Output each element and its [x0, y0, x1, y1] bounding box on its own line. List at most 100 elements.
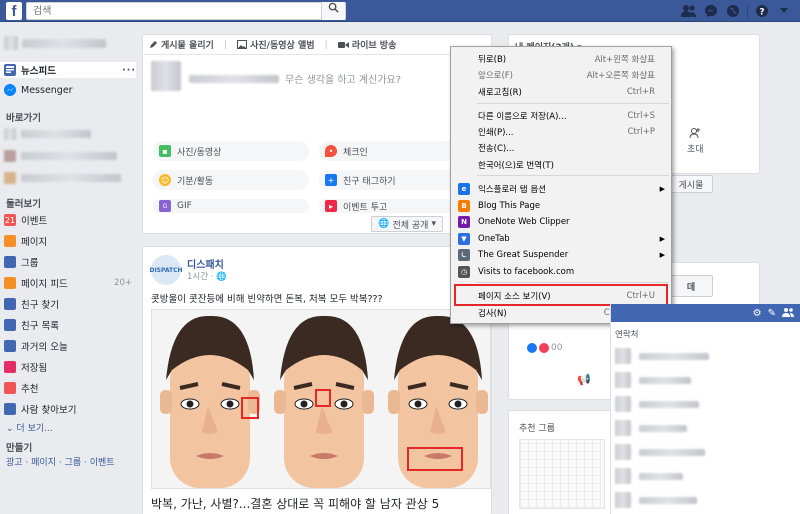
see-more-link[interactable]: ⌄ 더 보기...	[6, 421, 53, 434]
sidebar-item-explore[interactable]: 친구 목록	[4, 317, 132, 333]
contact-item[interactable]	[615, 372, 691, 388]
location-pin-icon: •	[325, 145, 337, 157]
context-menu-item[interactable]: 전송(C)...	[451, 140, 671, 156]
composer-tabs: 게시물 올리기 | 사진/동영상 앨범 | 라이브 방송	[143, 35, 491, 55]
contacts-title: 연락처	[615, 330, 639, 340]
sidebar-item-explore[interactable]: 저장됨	[4, 359, 132, 375]
shortcut-item[interactable]	[4, 126, 132, 142]
explore-item-icon	[4, 298, 16, 310]
post-timestamp[interactable]: 1시간 · 🌐	[187, 270, 227, 282]
context-menu-item[interactable]: 다른 이름으로 저장(A)... Ctrl+S	[451, 108, 671, 124]
ad-button[interactable]: 데	[669, 275, 713, 297]
notifications-globe-icon[interactable]	[725, 3, 741, 19]
compose-icon[interactable]: ✎	[768, 308, 776, 319]
gif-button[interactable]: G GIF	[153, 199, 309, 213]
context-menu-item[interactable]: B Blog This Page	[451, 198, 671, 214]
context-menu-item[interactable]: ▼ OneTab ▶	[451, 231, 671, 247]
sidebar-item-label: 사람 찾아보기	[21, 405, 77, 416]
audience-selector[interactable]: 🌐 전체 공개 ▾	[371, 216, 443, 232]
page-name-link[interactable]: 디스패치	[187, 256, 224, 271]
contact-name-blurred	[639, 496, 697, 504]
sidebar-item-newsfeed[interactable]: 뉴스피드 ···	[0, 62, 136, 78]
explore-item-icon	[4, 235, 16, 247]
tab-live-video[interactable]: 라이브 방송	[337, 38, 397, 51]
sidebar-item-label: 저장됨	[21, 363, 48, 374]
more-options-icon[interactable]: ···	[122, 65, 136, 76]
megaphone-icon[interactable]: 📢	[577, 373, 591, 386]
contact-item[interactable]	[615, 348, 709, 364]
shortcut-item[interactable]	[4, 170, 132, 186]
menu-item-label: 다른 이름으로 저장(A)...	[478, 112, 567, 122]
context-menu-item[interactable]: 한국어(으)로 번역(T)	[451, 157, 671, 173]
sidebar-item-explore[interactable]: 페이지	[4, 233, 132, 249]
help-icon[interactable]: ?	[754, 3, 770, 19]
friend-requests-icon[interactable]	[681, 3, 697, 19]
menu-item-label: OneTab	[478, 234, 510, 244]
context-menu-item[interactable]: 뒤로(B) Alt+왼쪽 화살표	[451, 51, 671, 67]
create-links[interactable]: 광고 · 페이지 · 그룹 · 이벤트	[6, 455, 115, 468]
sidebar-item-label: 과거의 오늘	[21, 342, 68, 353]
sidebar-item-explore[interactable]: 그룹	[4, 254, 132, 270]
contact-item[interactable]	[615, 492, 697, 508]
page-avatar[interactable]: DISPATCH	[149, 255, 183, 285]
group-chat-icon[interactable]	[782, 307, 794, 320]
shortcut-item[interactable]	[4, 148, 132, 164]
shortcut-thumbnail	[4, 172, 16, 184]
sidebar-item-explore[interactable]: 페이지 피드 20+	[4, 275, 132, 291]
sidebar-item-explore[interactable]: 사람 찾아보기	[4, 401, 132, 417]
shortcut-label-blurred	[21, 174, 121, 182]
avatar	[615, 420, 631, 436]
tab-create-post[interactable]: 게시물 올리기	[149, 38, 214, 51]
contact-item[interactable]	[615, 468, 683, 484]
messenger-icon	[4, 84, 16, 96]
reactions-count[interactable]: 00	[527, 343, 562, 353]
invite-button[interactable]: 초대	[687, 127, 704, 155]
gear-icon[interactable]: ⚙	[753, 308, 762, 319]
pupil	[186, 400, 194, 408]
photo-video-button[interactable]: ▪ 사진/동영상	[153, 141, 309, 161]
sidebar-item-explore[interactable]: 과거의 오늘	[4, 338, 132, 354]
facebook-logo[interactable]: f	[6, 2, 22, 20]
context-menu-item[interactable]: 인쇄(P)... Ctrl+P	[451, 124, 671, 140]
sidebar-item-messenger[interactable]: Messenger	[4, 82, 132, 98]
create-title: 만들기	[6, 443, 33, 454]
sidebar-item-explore[interactable]: 친구 찾기	[4, 296, 132, 312]
context-menu-item[interactable]: e 익스플로러 탭 옵션 ▶	[451, 181, 671, 197]
contact-item[interactable]	[615, 420, 687, 436]
pupil	[340, 400, 348, 408]
tab-label: 라이브 방송	[351, 41, 397, 51]
sidebar-item-label: 뉴스피드	[21, 66, 56, 77]
account-menu-chevron-icon[interactable]	[776, 3, 792, 19]
sidebar-item-explore[interactable]: 21 이벤트	[4, 212, 132, 228]
contact-name-blurred	[639, 352, 709, 360]
search-button[interactable]	[321, 2, 345, 20]
post-image[interactable]	[151, 309, 491, 489]
explore-item-icon	[4, 319, 16, 331]
group-thumbnail[interactable]	[519, 439, 605, 509]
chevron-down-icon: ⌄	[6, 424, 14, 434]
explore-item-icon	[4, 256, 16, 268]
tab-photo-album[interactable]: 사진/동영상 앨범	[237, 38, 315, 51]
composer-input[interactable]: 무슨 생각을 하고 계신가요?	[189, 71, 401, 86]
extension-icon: ⏾	[458, 249, 470, 261]
sidebar-item-explore[interactable]: 추천	[4, 380, 132, 396]
ear-shape	[274, 390, 286, 414]
profile-link[interactable]	[4, 36, 106, 50]
context-menu-item[interactable]: 앞으로(F) Alt+오른쪽 화살표	[451, 67, 671, 83]
menu-item-shortcut: Ctrl+S	[627, 111, 655, 121]
post-button[interactable]: 게시물	[669, 175, 713, 193]
sidebar-item-label: 친구 목록	[21, 321, 59, 332]
context-menu-item[interactable]: ◷ Visits to facebook.com	[451, 264, 671, 280]
invite-label: 초대	[687, 145, 704, 155]
tab-label: 게시물 올리기	[161, 41, 214, 51]
context-menu-item[interactable]: 새로고침(R) Ctrl+R	[451, 84, 671, 100]
contact-item[interactable]	[615, 444, 705, 460]
contact-item[interactable]	[615, 396, 699, 412]
sidebar-item-label: 친구 찾기	[21, 300, 59, 311]
link-title[interactable]: 박복, 가난, 사별?...결혼 상대로 꼭 피해야 할 남자 관상 5	[151, 495, 439, 512]
feeling-activity-button[interactable]: ☺ 기분/활동	[153, 170, 309, 190]
context-menu-item[interactable]: ⏾ The Great Suspender ▶	[451, 247, 671, 263]
context-menu-item[interactable]: N OneNote Web Clipper	[451, 214, 671, 230]
search-input[interactable]	[27, 3, 317, 19]
messenger-icon[interactable]	[703, 3, 719, 19]
